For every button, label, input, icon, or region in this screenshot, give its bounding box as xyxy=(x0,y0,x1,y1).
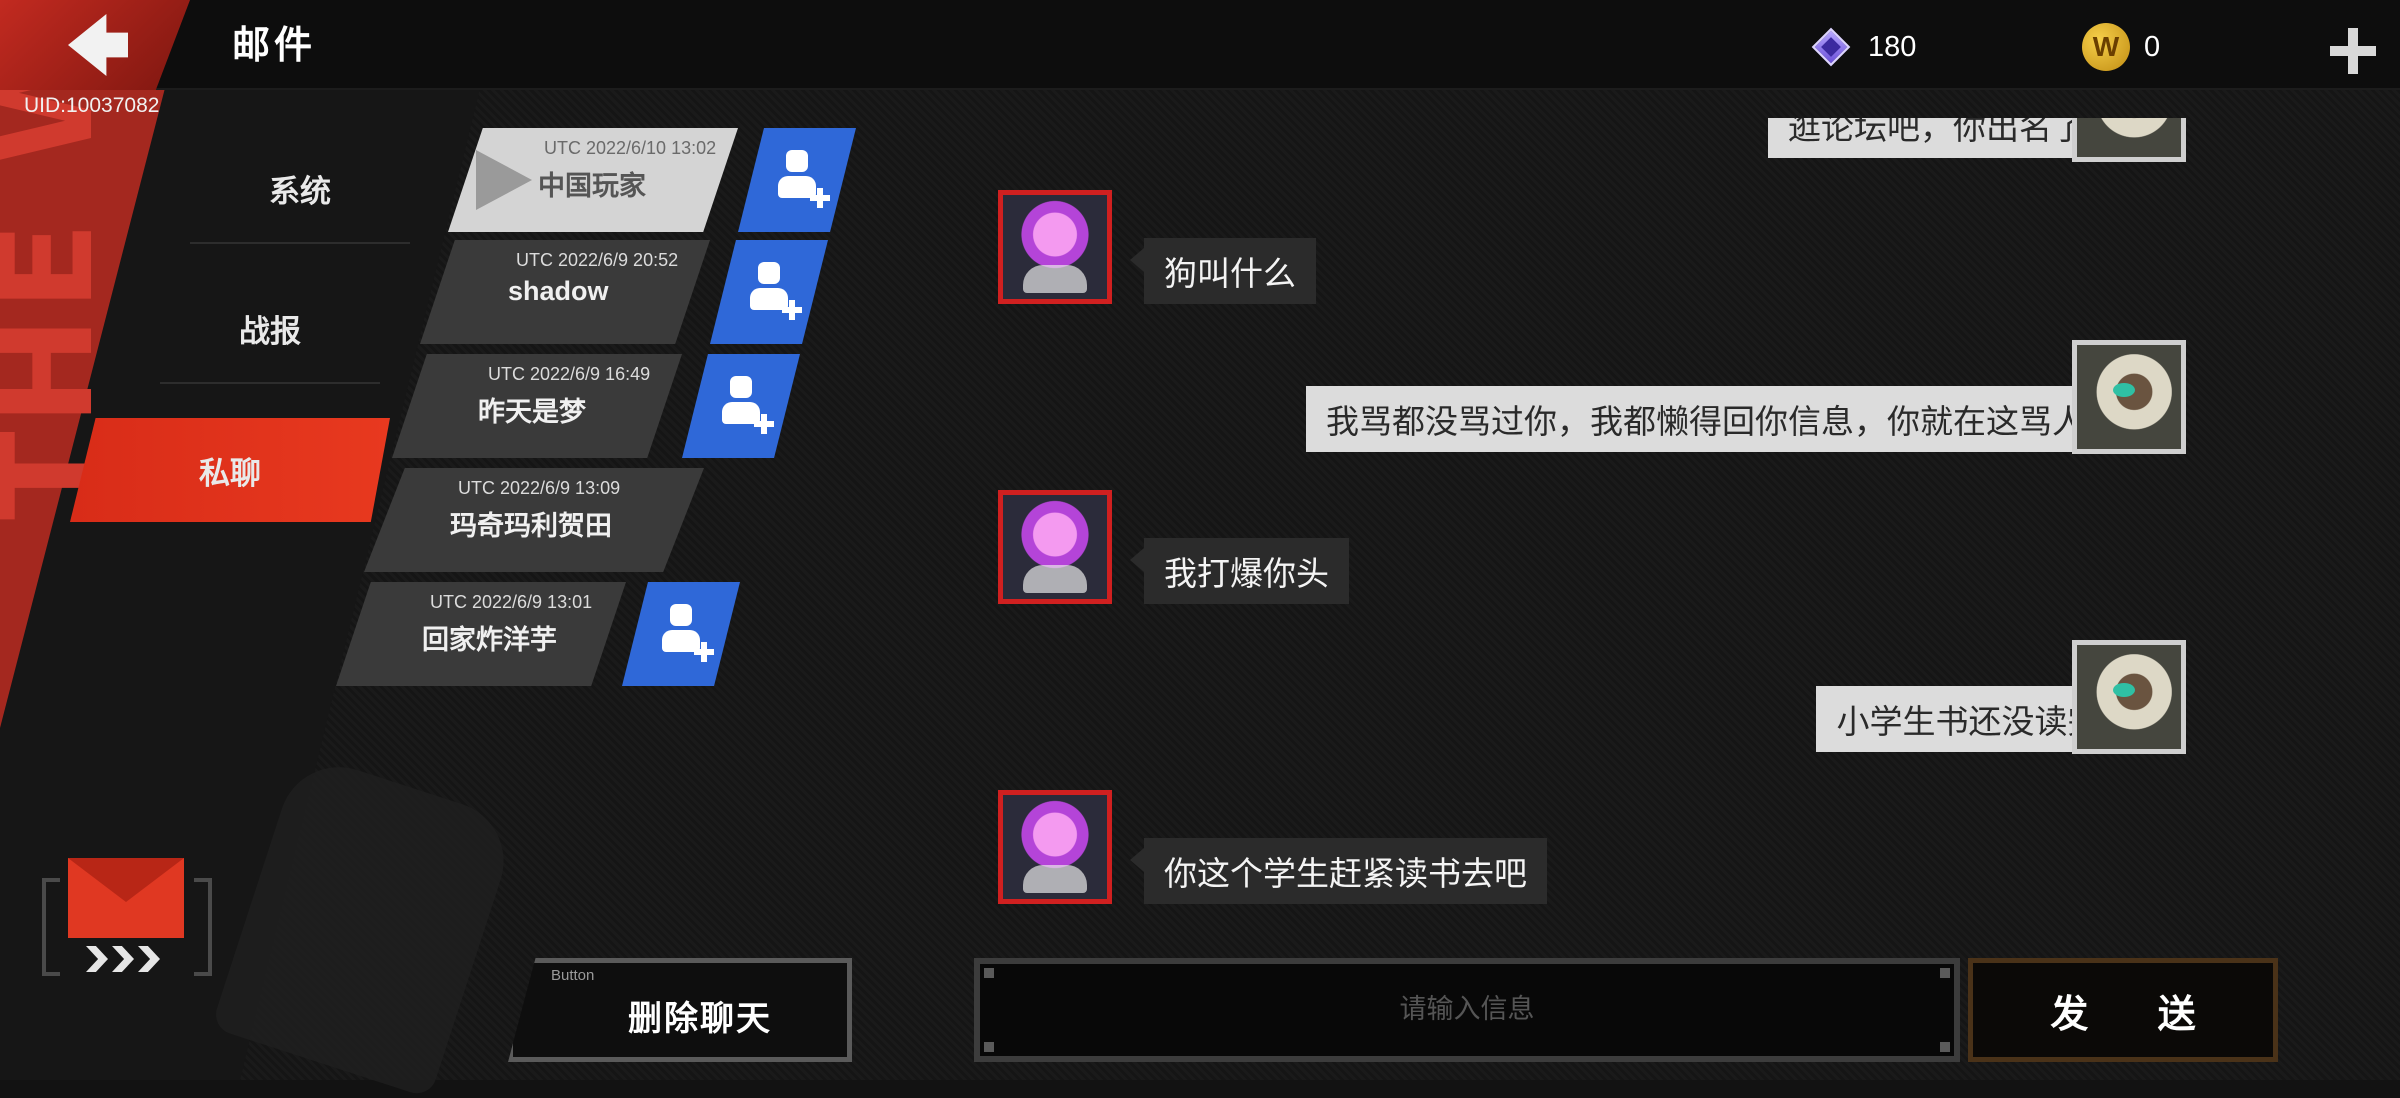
mail-button[interactable] xyxy=(42,858,212,978)
tab-system[interactable]: 系统 xyxy=(150,138,450,244)
gem-icon xyxy=(1808,24,1854,70)
delete-chat-button[interactable]: Button 删除聊天 xyxy=(508,958,852,1062)
delete-chat-label: 删除聊天 xyxy=(628,999,772,1039)
gem-counter: 180 xyxy=(1808,22,1916,72)
contact-name: 昨天是梦 xyxy=(478,397,586,427)
coin-icon: W xyxy=(2082,23,2130,71)
avatar[interactable] xyxy=(2072,640,2186,754)
avatar[interactable] xyxy=(2072,118,2186,162)
corner-decoration xyxy=(1940,1042,1950,1052)
message-bubble: 我骂都没骂过你，我都懒得回你信息，你就在这骂人。 xyxy=(1306,386,2152,452)
bracket-decoration xyxy=(42,878,60,976)
contact-item[interactable]: UTC 2022/6/10 13:02 中国玩家 xyxy=(448,128,738,232)
send-button[interactable]: 发 送 xyxy=(1968,958,2278,1062)
chat-panel[interactable]: 逛论坛吧，你出名了。 狗叫什么 我骂都没骂过你，我都懒得回你信息，你就在这骂人。… xyxy=(960,118,2300,918)
coin-value: 0 xyxy=(2144,30,2161,63)
tab-battle-report[interactable]: 战报 xyxy=(120,278,420,384)
top-bar xyxy=(0,0,2400,90)
tab-label: 私聊 xyxy=(199,455,261,492)
corner-decoration xyxy=(984,1042,994,1052)
user-id-label: UID:10037082 xyxy=(24,94,160,117)
divider xyxy=(160,382,380,384)
avatar[interactable] xyxy=(998,490,1112,604)
contact-item[interactable]: UTC 2022/6/9 13:01 回家炸洋芋 xyxy=(336,582,626,686)
tab-private-chat[interactable]: 私聊 xyxy=(70,418,390,522)
plus-icon xyxy=(810,188,830,208)
tab-label: 战报 xyxy=(239,313,301,350)
contact-time: UTC 2022/6/9 16:49 xyxy=(488,364,651,384)
page-title: 邮件 xyxy=(232,23,317,67)
envelope-icon xyxy=(68,858,184,938)
message-input[interactable]: 请输入信息 xyxy=(974,958,1960,1062)
corner-decoration xyxy=(984,968,994,978)
coin-counter: W 0 xyxy=(2082,22,2160,72)
plus-icon[interactable] xyxy=(2330,28,2376,74)
contact-name: 中国玩家 xyxy=(538,171,646,201)
corner-decoration xyxy=(1940,968,1950,978)
contact-item[interactable]: UTC 2022/6/9 13:09 玛奇玛利贺田 xyxy=(364,468,704,572)
avatar[interactable] xyxy=(998,790,1112,904)
message-bubble: 我打爆你头 xyxy=(1130,538,1349,604)
plus-icon xyxy=(782,300,802,320)
contact-name: shadow xyxy=(508,276,609,306)
selected-indicator-icon xyxy=(476,150,532,210)
plus-icon xyxy=(754,414,774,434)
contact-time: UTC 2022/6/9 13:01 xyxy=(430,592,593,612)
back-arrow-icon xyxy=(68,14,128,76)
divider xyxy=(190,242,410,244)
contact-time: UTC 2022/6/10 13:02 xyxy=(544,138,717,158)
tab-label: 系统 xyxy=(269,173,331,210)
contact-name: 回家炸洋芋 xyxy=(422,625,557,655)
avatar[interactable] xyxy=(998,190,1112,304)
button-tag: Button xyxy=(551,967,595,984)
message-bubble: 狗叫什么 xyxy=(1130,238,1316,304)
chevron-right-icon xyxy=(112,946,134,972)
gem-value: 180 xyxy=(1868,30,1917,63)
avatar[interactable] xyxy=(2072,340,2186,454)
contact-time: UTC 2022/6/9 13:09 xyxy=(458,478,621,498)
contact-time: UTC 2022/6/9 20:52 xyxy=(516,250,679,270)
chevron-right-icon xyxy=(138,946,160,972)
chevron-right-icon xyxy=(86,946,108,972)
contact-item[interactable]: UTC 2022/6/9 16:49 昨天是梦 xyxy=(392,354,682,458)
message-bubble: 你这个学生赶紧读书去吧 xyxy=(1130,838,1547,904)
contact-name: 玛奇玛利贺田 xyxy=(450,511,612,541)
bracket-decoration xyxy=(194,878,212,976)
plus-icon xyxy=(694,642,714,662)
contact-item[interactable]: UTC 2022/6/9 20:52 shadow xyxy=(420,240,710,344)
message-input-placeholder: 请输入信息 xyxy=(1399,994,1535,1025)
